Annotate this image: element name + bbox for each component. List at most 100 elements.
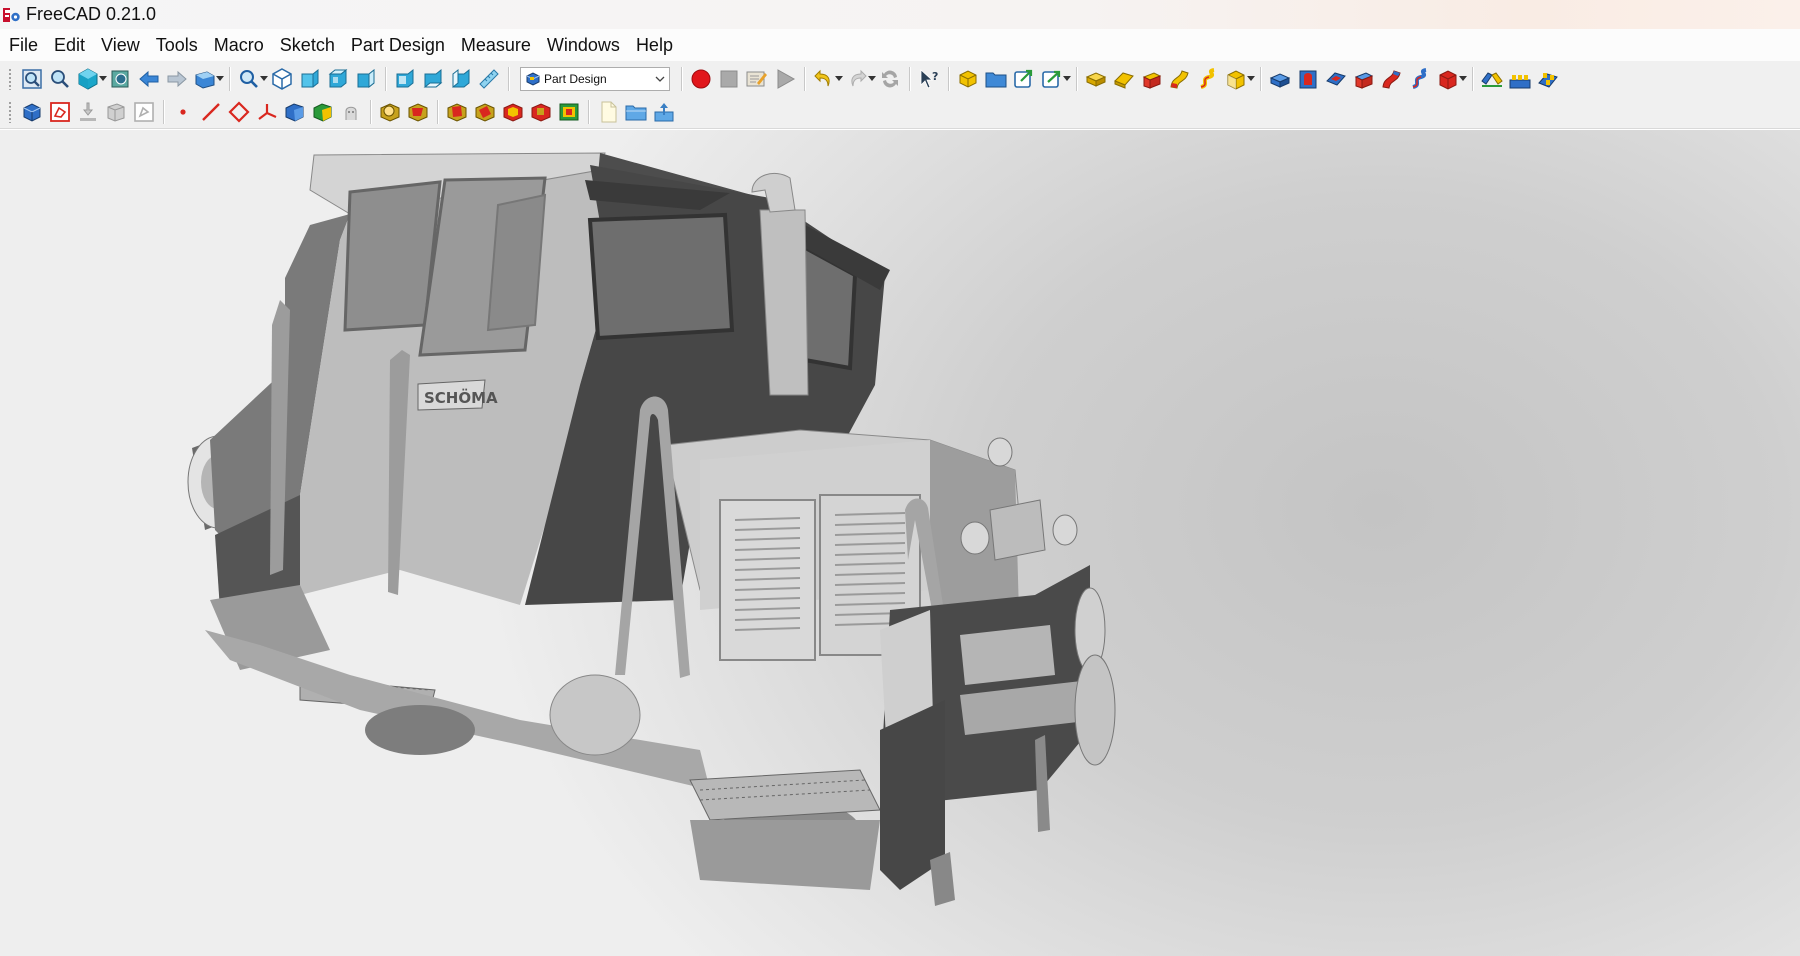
local-coordinate-system-icon[interactable] [253, 98, 281, 126]
isometric-view-icon[interactable] [268, 65, 296, 93]
chevron-down-icon[interactable] [835, 65, 843, 93]
redo-icon[interactable] [843, 65, 871, 93]
sub-shape-binder-icon[interactable] [281, 98, 309, 126]
datum-point-icon[interactable] [169, 98, 197, 126]
linear-pattern-icon[interactable] [1506, 65, 1534, 93]
forward-icon[interactable] [163, 65, 191, 93]
toolbar-separator [1076, 66, 1077, 91]
thickness-icon[interactable] [499, 98, 527, 126]
locomotive-model[interactable]: SCHÖMA [0, 130, 1800, 956]
subtractive-pipe-icon[interactable] [1378, 65, 1406, 93]
run-macro-icon[interactable] [771, 65, 799, 93]
chevron-down-icon[interactable] [99, 65, 107, 93]
menu-edit[interactable]: Edit [46, 29, 93, 61]
fillet-icon[interactable] [376, 98, 404, 126]
top-view-icon[interactable] [324, 65, 352, 93]
measure-distance-icon[interactable] [475, 65, 503, 93]
polar-pattern-icon[interactable] [1534, 65, 1562, 93]
name-plate-text: SCHÖMA [424, 388, 498, 407]
bottom-view-icon[interactable] [419, 65, 447, 93]
revolution-icon[interactable] [1110, 65, 1138, 93]
menu-file[interactable]: File [0, 29, 46, 61]
3d-viewport[interactable]: SCHÖMA [0, 130, 1800, 956]
record-macro-icon[interactable] [687, 65, 715, 93]
menu-help[interactable]: Help [628, 29, 681, 61]
toolbar-separator [909, 66, 910, 91]
subtractive-helix-icon[interactable] [1406, 65, 1434, 93]
subtractive-loft-icon[interactable] [1350, 65, 1378, 93]
boolean-icon[interactable] [555, 98, 583, 126]
edit-macro-icon[interactable] [743, 65, 771, 93]
chevron-down-icon[interactable] [1063, 65, 1071, 93]
sync-view-icon[interactable] [191, 65, 219, 93]
clone-body-icon[interactable] [337, 98, 365, 126]
new-document-icon[interactable] [594, 98, 622, 126]
open-document-icon[interactable] [622, 98, 650, 126]
fit-all-icon[interactable] [18, 65, 46, 93]
hole-icon[interactable] [1294, 65, 1322, 93]
fit-selection-icon[interactable] [46, 65, 74, 93]
chamfer-icon[interactable] [404, 98, 432, 126]
toolbar-separator [948, 66, 949, 91]
zoom-icon[interactable] [235, 65, 263, 93]
window-title: FreeCAD 0.21.0 [26, 4, 157, 24]
chevron-down-icon[interactable] [868, 65, 876, 93]
group-icon[interactable] [982, 65, 1010, 93]
pocket-icon[interactable] [1266, 65, 1294, 93]
chevron-down-icon[interactable] [260, 65, 268, 93]
whats-this-icon[interactable]: ? [915, 65, 943, 93]
menu-measure[interactable]: Measure [453, 29, 539, 61]
validate-sketch-icon[interactable] [74, 98, 102, 126]
undo-icon[interactable] [810, 65, 838, 93]
mirrored-icon[interactable] [1478, 65, 1506, 93]
toolbar-separator [437, 100, 438, 124]
menu-view[interactable]: View [93, 29, 148, 61]
sub-shape-binder-green-icon[interactable] [309, 98, 337, 126]
draft-alt-icon[interactable] [471, 98, 499, 126]
part-icon[interactable] [954, 65, 982, 93]
menu-windows[interactable]: Windows [539, 29, 628, 61]
stop-macro-icon[interactable] [715, 65, 743, 93]
datum-plane-icon[interactable] [225, 98, 253, 126]
rear-view-icon[interactable] [391, 65, 419, 93]
chevron-down-icon[interactable] [216, 65, 224, 93]
thickness-alt-icon[interactable] [527, 98, 555, 126]
additive-primitive-icon[interactable] [1222, 65, 1250, 93]
groove-icon[interactable] [1322, 65, 1350, 93]
link-actions-icon[interactable] [1038, 65, 1066, 93]
back-icon[interactable] [135, 65, 163, 93]
save-document-icon[interactable] [650, 98, 678, 126]
toolbar-separator [163, 100, 164, 124]
menu-sketch[interactable]: Sketch [272, 29, 343, 61]
draft-icon[interactable] [443, 98, 471, 126]
additive-helix-icon[interactable] [1194, 65, 1222, 93]
shape-binder-icon[interactable] [102, 98, 130, 126]
menu-macro[interactable]: Macro [206, 29, 272, 61]
create-body-icon[interactable] [18, 98, 46, 126]
toolbar-grip[interactable] [8, 67, 12, 90]
workbench-selector[interactable]: Part Design [520, 66, 670, 91]
left-view-icon[interactable] [447, 65, 475, 93]
menu-part-design[interactable]: Part Design [343, 29, 453, 61]
subtractive-primitive-icon[interactable] [1434, 65, 1462, 93]
additive-loft-icon[interactable] [1138, 65, 1166, 93]
standard-views-icon[interactable] [74, 65, 102, 93]
additive-pipe-icon[interactable] [1166, 65, 1194, 93]
chevron-down-icon[interactable] [1247, 65, 1255, 93]
clone-icon[interactable] [130, 98, 158, 126]
pad-icon[interactable] [1082, 65, 1110, 93]
bounding-box-icon[interactable] [107, 65, 135, 93]
front-view-icon[interactable] [296, 65, 324, 93]
create-sketch-icon[interactable] [46, 98, 74, 126]
menu-tools[interactable]: Tools [148, 29, 206, 61]
link-icon[interactable] [1010, 65, 1038, 93]
freecad-logo-icon [3, 7, 20, 22]
right-view-icon[interactable] [352, 65, 380, 93]
chevron-down-icon[interactable] [1459, 65, 1467, 93]
toolbar-separator [588, 100, 589, 124]
secondary-toolbar-row [0, 96, 1800, 129]
toolbar-grip[interactable] [8, 101, 12, 123]
datum-line-icon[interactable] [197, 98, 225, 126]
refresh-icon[interactable] [876, 65, 904, 93]
locomotive-body [187, 152, 1116, 906]
